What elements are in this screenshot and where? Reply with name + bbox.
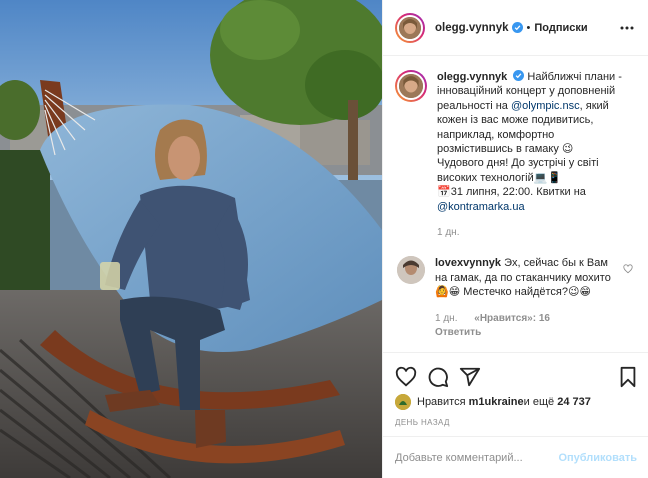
comment-input[interactable] — [395, 451, 559, 464]
caption-text-part-3: 📅31 липня, 22:00. Квитки на — [437, 186, 586, 199]
caption-avatar-ring[interactable] — [395, 70, 427, 102]
reply-button[interactable]: Ответить — [435, 327, 481, 338]
comment-body: lovexvynnyk Эх, сейчас бы к Вам на гамак… — [435, 256, 611, 340]
heart-icon[interactable] — [395, 366, 417, 388]
post-photo[interactable] — [0, 0, 382, 478]
verified-badge-icon — [511, 22, 523, 33]
likes-prefix: Нравится — [417, 396, 466, 408]
post-photo-image — [0, 0, 382, 478]
author-username[interactable]: olegg.vynnyk — [435, 22, 509, 34]
post-actions — [383, 352, 648, 396]
likes-count[interactable]: 24 737 — [557, 396, 591, 408]
comment-meta: 1 дн. «Нравится»: 16 Ответить — [435, 312, 611, 341]
caption-body: olegg.vynnyk Найближчі плани - інновацій… — [437, 70, 623, 240]
post-side-panel: olegg.vynnyk • Подписки olegg.vynnyk Най… — [382, 0, 648, 478]
post-date[interactable]: ДЕНЬ НАЗАД — [395, 418, 450, 427]
likes-summary: Нравится m1ukraine и ещё 24 737 — [395, 392, 591, 412]
post-caption: olegg.vynnyk Найближчі плани - інновацій… — [395, 70, 637, 240]
share-icon[interactable] — [459, 366, 481, 388]
liker-username[interactable]: m1ukraine — [469, 396, 524, 408]
comments-list[interactable]: olegg.vynnyk Найближчі плани - інновацій… — [383, 56, 648, 352]
commenter-username[interactable]: lovexvynnyk — [435, 257, 501, 269]
author-avatar-ring[interactable] — [395, 12, 425, 43]
following-button[interactable]: Подписки — [534, 22, 587, 34]
mention-olympic[interactable]: @olympic.nsc — [511, 100, 580, 112]
liker-avatar[interactable] — [395, 394, 411, 410]
caption-text-part-2: , який кожен із вас може подивитись, нап… — [437, 99, 609, 184]
post-header: olegg.vynnyk • Подписки — [383, 0, 648, 56]
publish-button[interactable]: Опубликовать — [558, 452, 637, 464]
verified-badge-icon — [513, 70, 525, 81]
caption-username[interactable]: olegg.vynnyk — [437, 71, 507, 83]
comment-icon[interactable] — [427, 366, 449, 388]
author-avatar[interactable] — [397, 14, 423, 41]
comment-item: lovexvynnyk Эх, сейчас бы к Вам на гамак… — [395, 256, 637, 340]
comment-time[interactable]: 1 дн. — [435, 313, 457, 324]
header-separator: • — [526, 21, 531, 34]
caption-meta: 1 дн. — [437, 226, 623, 240]
likes-middle: и ещё — [523, 396, 555, 408]
more-horizontal-icon[interactable] — [619, 20, 635, 36]
commenter-avatar[interactable] — [397, 256, 425, 285]
caption-avatar[interactable] — [397, 72, 425, 100]
caption-time[interactable]: 1 дн. — [437, 227, 459, 238]
bookmark-icon[interactable] — [617, 366, 639, 388]
comment-like-heart-icon[interactable] — [623, 264, 633, 274]
instagram-post: olegg.vynnyk • Подписки olegg.vynnyk Най… — [0, 0, 648, 478]
add-comment-bar: Опубликовать — [383, 436, 648, 478]
comment-likes[interactable]: «Нравится»: 16 — [474, 313, 550, 324]
mention-kontramarka[interactable]: @kontramarka.ua — [437, 201, 525, 213]
